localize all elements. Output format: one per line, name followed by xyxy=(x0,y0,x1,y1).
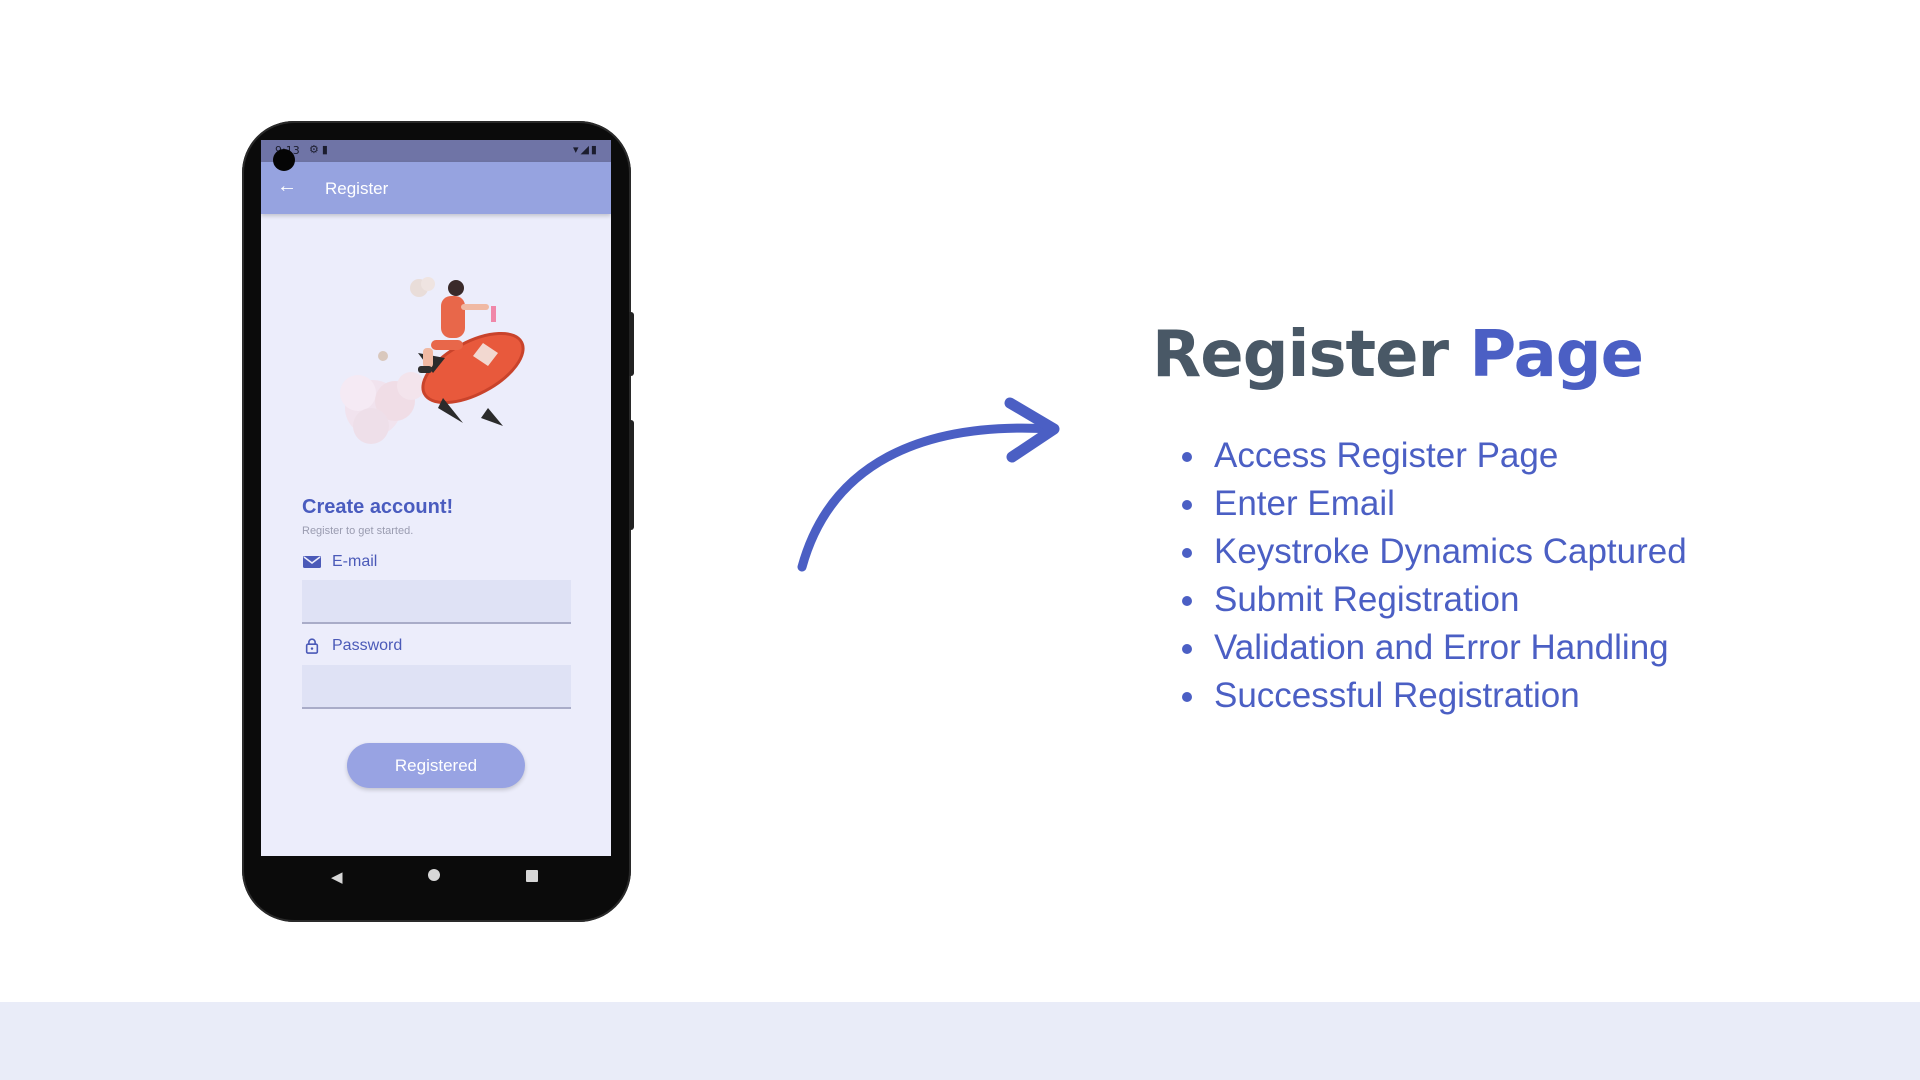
list-item-text: Access Register Page xyxy=(1214,436,1559,475)
bullet-icon xyxy=(1182,548,1192,558)
password-label: Password xyxy=(302,637,402,655)
slide-heading: Register Page xyxy=(1152,318,1644,392)
bullet-icon xyxy=(1182,644,1192,654)
footer-band xyxy=(0,1002,1920,1080)
password-label-text: Password xyxy=(332,637,403,654)
heading-page: Page xyxy=(1469,318,1644,392)
registered-button[interactable]: Registered xyxy=(347,743,525,788)
list-item: Enter Email xyxy=(1182,480,1687,528)
list-item-text: Validation and Error Handling xyxy=(1214,628,1669,667)
curved-arrow-icon xyxy=(797,397,1060,572)
list-item: Submit Registration xyxy=(1182,576,1687,624)
email-field[interactable] xyxy=(302,580,571,624)
app-bar-title: Register xyxy=(325,179,389,198)
app-bar: ← Register xyxy=(261,162,611,214)
email-label: E-mail xyxy=(302,553,377,571)
nav-recent-icon[interactable] xyxy=(526,870,538,882)
list-item: Validation and Error Handling xyxy=(1182,624,1687,672)
create-account-subtitle: Register to get started. xyxy=(302,525,414,537)
status-notification-icons: ⚙ ▮ xyxy=(309,144,328,156)
list-item: Access Register Page xyxy=(1182,432,1687,480)
bullet-icon xyxy=(1182,452,1192,462)
phone-screen: 9:13 ⚙ ▮ ▾◢▮ ← Register Create account! xyxy=(261,140,611,856)
rocket-illustration xyxy=(340,277,525,444)
list-item-text: Successful Registration xyxy=(1214,676,1580,715)
nav-back-icon[interactable]: ◀ xyxy=(331,868,343,886)
feature-list: Access Register Page Enter Email Keystro… xyxy=(1182,432,1687,720)
phone-power-button xyxy=(629,420,634,530)
list-item: Keystroke Dynamics Captured xyxy=(1182,528,1687,576)
front-camera xyxy=(273,149,295,171)
bullet-icon xyxy=(1182,500,1192,510)
list-item: Successful Registration xyxy=(1182,672,1687,720)
lock-icon xyxy=(305,638,319,654)
back-arrow-icon[interactable]: ← xyxy=(277,175,297,198)
bullet-icon xyxy=(1182,692,1192,702)
list-item-text: Keystroke Dynamics Captured xyxy=(1214,532,1687,571)
status-bar: 9:13 ⚙ ▮ ▾◢▮ xyxy=(261,140,611,162)
email-label-text: E-mail xyxy=(332,553,378,570)
phone-volume-button xyxy=(629,312,634,376)
password-field[interactable] xyxy=(302,665,571,709)
list-item-text: Submit Registration xyxy=(1214,580,1520,619)
status-signal-icons: ▾◢▮ xyxy=(572,144,599,156)
bullet-icon xyxy=(1182,596,1192,606)
list-item-text: Enter Email xyxy=(1214,484,1395,523)
android-nav-bar: ◀ xyxy=(261,856,611,900)
nav-home-icon[interactable] xyxy=(428,869,440,881)
create-account-title: Create account! xyxy=(302,496,454,518)
mail-icon xyxy=(303,556,321,568)
heading-register: Register xyxy=(1152,318,1449,392)
